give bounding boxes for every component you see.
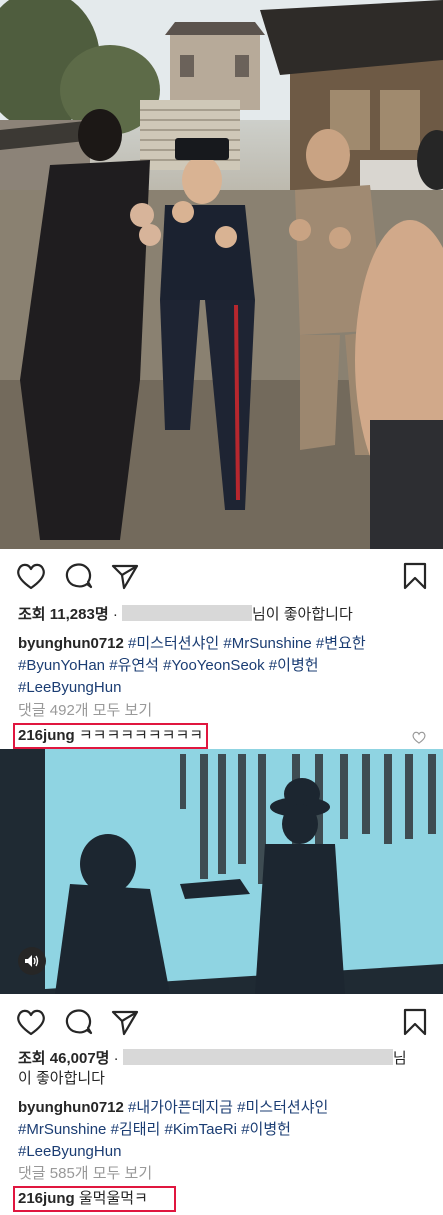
hashtag[interactable]: #내가아픈데지금 — [128, 1099, 233, 1116]
post2-caption-line-3: #LeeByungHun — [18, 1141, 429, 1163]
heart-icon — [17, 563, 45, 590]
hashtag[interactable]: #이병헌 — [241, 1121, 291, 1138]
post2-scene — [0, 749, 443, 994]
post1-caption-line-2: #ByunYoHan #유연석 #YooYeonSeok #이병헌 — [18, 655, 429, 677]
post2-liked-line: 이 좋아합니다 — [18, 1070, 105, 1087]
post1-comment: 216jung ㅋㅋㅋㅋㅋㅋㅋㅋㅋ — [18, 725, 429, 747]
post2-view-all-comments[interactable]: 댓글 585개 모두 보기 — [18, 1163, 429, 1185]
bookmark-button[interactable] — [398, 559, 432, 593]
hashtag[interactable]: #MrSunshine — [18, 1121, 106, 1138]
post2-actions — [0, 1005, 443, 1045]
post2-caption-line-1: byunghun0712 #내가아픈데지금 #미스터션샤인 — [18, 1097, 429, 1119]
post1-video[interactable] — [0, 0, 443, 549]
views-count: 11,283명 — [49, 606, 109, 623]
heart-icon — [17, 1009, 45, 1036]
post-author-username[interactable]: byunghun0712 — [18, 635, 124, 652]
comment-text: 울먹울먹ㅋ — [78, 1190, 148, 1207]
post1-caption-line-3: #LeeByungHun — [18, 677, 429, 699]
post2-video[interactable] — [0, 749, 443, 994]
bookmark-button[interactable] — [398, 1005, 432, 1039]
blurred-usernames — [122, 1049, 393, 1065]
dot-separator: · — [112, 606, 118, 623]
heart-icon — [412, 731, 426, 744]
share-button[interactable] — [108, 559, 142, 593]
hashtag[interactable]: #LeeByungHun — [18, 679, 121, 696]
post1-caption-line-1: byunghun0712 #미스터션샤인 #MrSunshine #변요한 — [18, 633, 429, 655]
comment-icon — [65, 1009, 93, 1035]
hashtag[interactable]: #KimTaeRi — [164, 1121, 237, 1138]
post-author-username[interactable]: byunghun0712 — [18, 1099, 124, 1116]
comment-button[interactable] — [62, 1005, 96, 1039]
share-button[interactable] — [108, 1005, 142, 1039]
hashtag[interactable]: #이병헌 — [269, 657, 319, 674]
share-icon — [111, 564, 139, 590]
hashtag[interactable]: #변요한 — [316, 635, 366, 652]
views-prefix: 조회 — [18, 1050, 46, 1067]
hashtag[interactable]: #미스터션샤인 — [128, 635, 219, 652]
post1-actions — [0, 559, 443, 599]
blurred-username — [121, 605, 252, 621]
hashtag[interactable]: #김태리 — [111, 1121, 161, 1138]
hashtag[interactable]: #LeeByungHun — [18, 1143, 121, 1160]
hashtag[interactable]: #MrSunshine — [223, 635, 311, 652]
comment-button[interactable] — [62, 559, 96, 593]
views-count: 46,007명 — [49, 1050, 110, 1067]
comment-like-button[interactable] — [412, 731, 426, 749]
dot-separator: · — [113, 1050, 119, 1067]
hashtag[interactable]: #ByunYoHan — [18, 657, 105, 674]
liked-text: 님이 좋아합니다 — [251, 606, 353, 623]
hashtag[interactable]: #미스터션샤인 — [237, 1099, 328, 1116]
sound-toggle-button[interactable] — [18, 947, 46, 975]
post2-caption-line-2: #MrSunshine #김태리 #KimTaeRi #이병헌 — [18, 1119, 429, 1141]
comment-username[interactable]: 216jung — [18, 727, 75, 744]
liked-tail: 님 — [392, 1050, 407, 1067]
comment-text: ㅋㅋㅋㅋㅋㅋㅋㅋㅋ — [78, 727, 204, 744]
post1-views-line: 조회 11,283명 · 님이 좋아합니다 — [18, 604, 429, 626]
comment-username[interactable]: 216jung — [18, 1190, 75, 1207]
post2-comment: 216jung 울먹울먹ㅋ — [18, 1188, 429, 1210]
bookmark-icon — [403, 562, 427, 590]
post1-scene — [0, 0, 443, 549]
post1-view-all-comments[interactable]: 댓글 492개 모두 보기 — [18, 700, 429, 722]
post2-views-line: 조회 46,007명 · 님 — [18, 1048, 429, 1070]
sound-icon — [25, 955, 39, 967]
comment-icon — [65, 563, 93, 589]
share-icon — [111, 1010, 139, 1036]
hashtag[interactable]: #YooYeonSeok — [163, 657, 265, 674]
hashtag[interactable]: #유연석 — [109, 657, 159, 674]
like-button[interactable] — [14, 1005, 48, 1039]
like-button[interactable] — [14, 559, 48, 593]
views-prefix: 조회 — [18, 606, 46, 623]
bookmark-icon — [403, 1008, 427, 1036]
